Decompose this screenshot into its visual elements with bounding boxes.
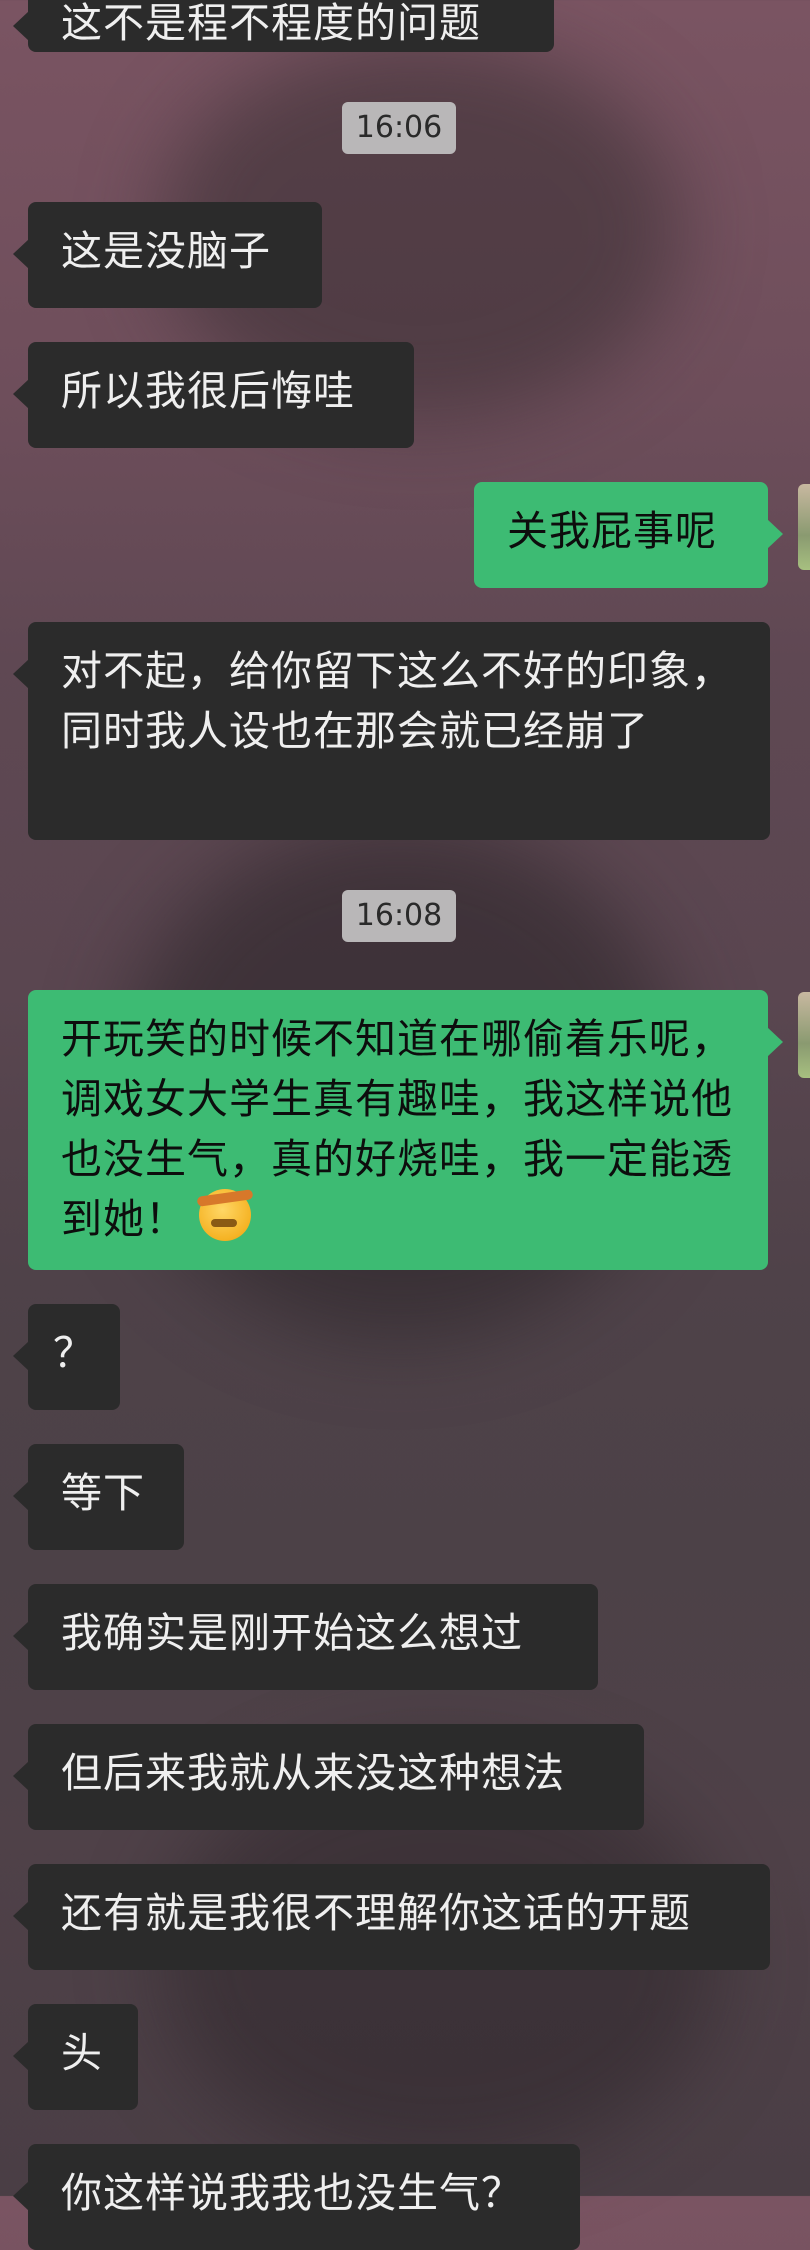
message-bubble-sent[interactable]: 关我屁事呢	[474, 482, 783, 588]
message-text: 关我屁事呢	[507, 507, 717, 555]
timestamp: 16:06	[342, 102, 456, 154]
message-bubble-received[interactable]: 这是没脑子	[13, 202, 322, 308]
saluting-face-emoji	[199, 1189, 251, 1241]
message-bubble-sent[interactable]: 开玩笑的时候不知道在哪偷着乐呢，调戏女大学生真有趣哇，我这样说他也没生气，真的好…	[28, 990, 783, 1270]
message-bubble-received[interactable]: 还有就是我很不理解你这话的开题	[13, 1864, 770, 1970]
message-text: 你这样说我我也没生气？	[61, 2169, 523, 2217]
message-text: 开玩笑的时候不知道在哪偷着乐呢，调戏女大学生真有趣哇，我这样说他也没生气，真的好…	[61, 1015, 733, 1243]
message-text: 所以我很后悔哇	[61, 367, 355, 415]
message-bubble-received[interactable]: 但后来我就从来没这种想法	[13, 1724, 644, 1830]
message-text: 等下	[61, 1469, 145, 1517]
message-bubble-received[interactable]: 我确实是刚开始这么想过	[13, 1584, 598, 1690]
message-text: 这不是程不程度的问题	[61, 0, 481, 47]
message-bubble-received[interactable]: 对不起，给你留下这么不好的印象，同时我人设也在那会就已经崩了	[13, 622, 770, 840]
message-bubble-received[interactable]: 你这样说我我也没生气？	[13, 2144, 580, 2250]
message-bubble-received[interactable]: 等下	[13, 1444, 184, 1550]
message-bubble-received[interactable]: ？	[13, 1304, 120, 1410]
user-avatar[interactable]	[798, 992, 810, 1078]
message-bubble-received[interactable]: 所以我很后悔哇	[13, 342, 414, 448]
message-bubble-received[interactable]: 头	[13, 2004, 138, 2110]
user-avatar[interactable]	[798, 484, 810, 570]
message-bubble-received[interactable]: 这不是程不程度的问题	[13, 0, 554, 52]
message-text: 这是没脑子	[61, 227, 271, 275]
message-text: 我确实是刚开始这么想过	[61, 1609, 523, 1657]
message-text: ？	[53, 1329, 95, 1377]
message-text: 对不起，给你留下这么不好的印象，同时我人设也在那会就已经崩了	[61, 647, 733, 755]
timestamp: 16:08	[342, 890, 456, 942]
message-text: 但后来我就从来没这种想法	[61, 1749, 565, 1797]
message-text: 头	[61, 2029, 103, 2077]
message-text: 还有就是我很不理解你这话的开题	[61, 1889, 691, 1937]
